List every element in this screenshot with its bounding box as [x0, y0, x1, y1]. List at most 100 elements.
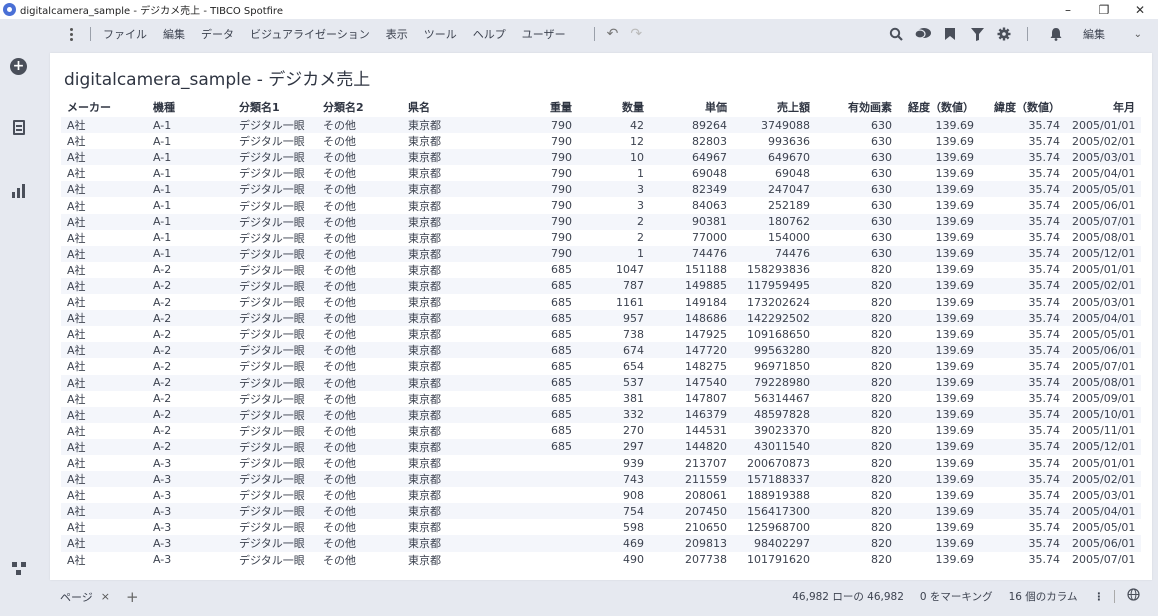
cell-weight	[506, 535, 578, 552]
table-row[interactable]: A社 A-1 デジタル一眼 その他 東京都 790 1 69048 69048 630 139.69…	[61, 165, 1141, 182]
table-row[interactable]: A社 A-1 デジタル一眼 その他 東京都 790 2 77000 154000 630 139.6…	[61, 229, 1141, 246]
filter-icon[interactable]	[966, 23, 988, 45]
more-options-icon[interactable]: ⋮	[1094, 591, 1105, 603]
close-window-button[interactable]: ✕	[1122, 0, 1158, 20]
table-row[interactable]: A社 A-3 デジタル一眼 その他 東京都 743 211559 157188337 820 13…	[61, 471, 1141, 488]
column-header-category2[interactable]: 分類名2	[317, 96, 402, 117]
cell-prefecture: 東京都	[402, 519, 506, 536]
cell-model: A-1	[147, 197, 233, 214]
cell-latitude: 35.74	[980, 503, 1066, 520]
table-row[interactable]: A社 A-2 デジタル一眼 その他 東京都 685 332 146379 48597828 820…	[61, 406, 1141, 423]
settings-icon[interactable]	[993, 23, 1015, 45]
cell-sales: 200670873	[733, 454, 816, 472]
column-header-latitude[interactable]: 緯度（数値）	[980, 96, 1066, 117]
table-row[interactable]: A社 A-1 デジタル一眼 その他 東京都 790 3 84063 252189 630 139.6…	[61, 197, 1141, 214]
data-table[interactable]: メーカー 機種 分類名1 分類名2 県名 重量 数量 単価 売上額 有効画素 経度（数値） 緯度（数値…	[61, 96, 1141, 568]
menu-file[interactable]: ファイル	[103, 26, 147, 42]
table-row[interactable]: A社 A-1 デジタル一眼 その他 東京都 790 1 74476 74476 630 139.69…	[61, 245, 1141, 262]
table-row[interactable]: A社 A-3 デジタル一眼 その他 東京都 469 209813 98402297 820 139…	[61, 535, 1141, 552]
data-table-icon[interactable]	[10, 119, 27, 136]
mode-select-value: 編集	[1083, 28, 1105, 41]
table-visualization-panel[interactable]: digitalcamera_sample - デジカメ売上 メーカー 機種 分類名1…	[50, 53, 1152, 580]
menu-data[interactable]: データ	[201, 26, 234, 42]
cell-category1: デジタル一眼	[233, 117, 317, 134]
column-header-category1[interactable]: 分類名1	[233, 96, 317, 117]
table-row[interactable]: A社 A-3 デジタル一眼 その他 東京都 754 207450 156417300 820 13…	[61, 503, 1141, 520]
column-header-model[interactable]: 機種	[147, 96, 233, 117]
bell-icon[interactable]	[1045, 23, 1067, 45]
add-data-icon[interactable]: +	[10, 58, 27, 75]
cell-quantity: 939	[578, 454, 650, 472]
table-row[interactable]: A社 A-2 デジタル一眼 その他 東京都 685 297 144820 43011540 820…	[61, 438, 1141, 455]
table-row[interactable]: A社 A-2 デジタル一眼 その他 東京都 685 787 149885 117959495 82…	[61, 277, 1141, 295]
column-header-unit-price[interactable]: 単価	[650, 96, 733, 117]
globe-icon[interactable]	[1127, 588, 1140, 605]
column-header-sales[interactable]: 売上額	[733, 96, 816, 117]
column-header-pixels[interactable]: 有効画素	[816, 96, 898, 117]
table-row[interactable]: A社 A-1 デジタル一眼 その他 東京都 790 2 90381 180762 630 139.6…	[61, 213, 1141, 230]
cell-longitude: 139.69	[898, 406, 980, 423]
table-row[interactable]: A社 A-2 デジタル一眼 その他 東京都 685 270 144531 39023370 820…	[61, 422, 1141, 439]
cell-pixels: 820	[816, 519, 898, 536]
cell-pixels: 820	[816, 261, 898, 278]
cell-sales: 98402297	[733, 535, 816, 552]
cell-longitude: 139.69	[898, 503, 980, 520]
comment-icon[interactable]	[912, 23, 934, 45]
column-header-prefecture[interactable]: 県名	[402, 96, 506, 117]
cell-unit-price: 147807	[650, 390, 733, 407]
column-header-longitude[interactable]: 経度（数値）	[898, 96, 980, 117]
cell-category2: その他	[317, 422, 402, 439]
cell-longitude: 139.69	[898, 342, 980, 359]
cell-category1: デジタル一眼	[233, 165, 317, 182]
table-row[interactable]: A社 A-2 デジタル一眼 その他 東京都 685 674 147720 99563280 820…	[61, 342, 1141, 359]
mode-select[interactable]: 編集 ⌄	[1073, 23, 1148, 45]
menu-tools[interactable]: ツール	[424, 26, 457, 42]
cell-prefecture: 東京都	[402, 390, 506, 407]
close-page-icon[interactable]: ×	[101, 590, 110, 603]
table-row[interactable]: A社 A-2 デジタル一眼 その他 東京都 685 1161 149184 173202624 8…	[61, 294, 1141, 311]
table-row[interactable]: A社 A-1 デジタル一眼 その他 東京都 790 3 82349 247047 630 139.6…	[61, 181, 1141, 198]
table-row[interactable]: A社 A-1 デジタル一眼 その他 東京都 790 42 89264 3749088 630 139…	[61, 117, 1141, 134]
redo-icon[interactable]: ↷	[630, 26, 642, 42]
column-header-maker[interactable]: メーカー	[61, 96, 147, 117]
data-flow-icon[interactable]	[10, 560, 27, 577]
undo-icon[interactable]: ↶	[607, 26, 619, 42]
menu-edit[interactable]: 編集	[163, 26, 185, 42]
table-row[interactable]: A社 A-2 デジタル一眼 その他 東京都 685 381 147807 56314467 820…	[61, 390, 1141, 407]
menu-user[interactable]: ユーザー	[522, 26, 566, 42]
main-menu-kebab-icon[interactable]	[64, 27, 78, 41]
table-row[interactable]: A社 A-2 デジタル一眼 その他 東京都 685 654 148275 96971850 820…	[61, 358, 1141, 375]
menu-view[interactable]: 表示	[386, 26, 408, 42]
cell-prefecture: 東京都	[402, 374, 506, 391]
table-row[interactable]: A社 A-3 デジタル一眼 その他 東京都 598 210650 125968700 820 13…	[61, 519, 1141, 536]
minimize-button[interactable]: –	[1050, 0, 1086, 20]
visualization-icon[interactable]	[10, 181, 27, 198]
search-icon[interactable]	[885, 23, 907, 45]
menu-visualization[interactable]: ビジュアライゼーション	[250, 26, 370, 42]
table-row[interactable]: A社 A-2 デジタル一眼 その他 東京都 685 1047 151188 158293836 8…	[61, 261, 1141, 278]
cell-unit-price: 207738	[650, 551, 733, 568]
column-header-weight[interactable]: 重量	[506, 96, 578, 117]
table-row[interactable]: A社 A-1 デジタル一眼 その他 東京都 790 10 64967 649670 630 139.…	[61, 149, 1141, 166]
table-row[interactable]: A社 A-3 デジタル一眼 その他 東京都 490 207738 101791620 820 13…	[61, 551, 1141, 568]
column-header-quantity[interactable]: 数量	[578, 96, 650, 117]
cell-weight	[506, 519, 578, 536]
column-header-year-month[interactable]: 年月	[1066, 96, 1141, 117]
bookmark-icon[interactable]	[939, 23, 961, 45]
table-row[interactable]: A社 A-1 デジタル一眼 その他 東京都 790 12 82803 993636 630 139.…	[61, 133, 1141, 150]
restore-button[interactable]: ❐	[1086, 0, 1122, 20]
menu-help[interactable]: ヘルプ	[473, 26, 506, 42]
table-row[interactable]: A社 A-3 デジタル一眼 その他 東京都 908 208061 188919388 820 13…	[61, 487, 1141, 504]
add-page-icon[interactable]: +	[126, 588, 139, 606]
table-row[interactable]: A社 A-2 デジタル一眼 その他 東京都 685 957 148686 142292502 82…	[61, 310, 1141, 327]
cell-category2: その他	[317, 374, 402, 391]
table-row[interactable]: A社 A-3 デジタル一眼 その他 東京都 939 213707 200670873 820 13…	[61, 454, 1141, 472]
page-tab[interactable]: ページ ×	[50, 583, 120, 610]
cell-quantity: 738	[578, 326, 650, 343]
cell-pixels: 630	[816, 149, 898, 166]
cell-year-month: 2005/09/01	[1066, 390, 1141, 407]
table-row[interactable]: A社 A-2 デジタル一眼 その他 東京都 685 537 147540 79228980 820…	[61, 374, 1141, 391]
cell-weight: 790	[506, 197, 578, 214]
cell-quantity: 10	[578, 149, 650, 166]
table-row[interactable]: A社 A-2 デジタル一眼 その他 東京都 685 738 147925 109168650 82…	[61, 326, 1141, 343]
